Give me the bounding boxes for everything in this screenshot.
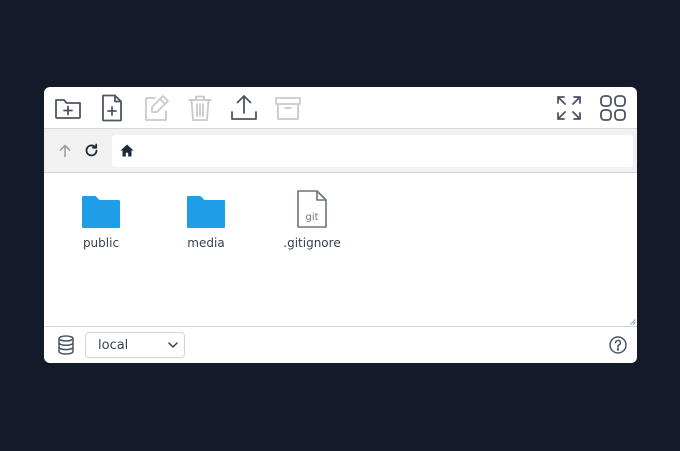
rename-button[interactable] bbox=[138, 90, 174, 126]
address-bar bbox=[44, 129, 637, 173]
rename-icon bbox=[145, 94, 169, 121]
storage-value: local bbox=[98, 337, 129, 353]
folder-item[interactable]: public bbox=[61, 187, 141, 250]
new-file-icon bbox=[102, 94, 122, 121]
item-name: public bbox=[82, 236, 120, 250]
archive-button[interactable] bbox=[270, 90, 306, 126]
file-type-badge: git bbox=[305, 212, 319, 223]
new-file-button[interactable] bbox=[94, 90, 130, 126]
toolbar bbox=[44, 87, 637, 129]
file-item[interactable]: git .gitignore bbox=[272, 187, 352, 250]
fullscreen-icon bbox=[557, 95, 581, 120]
arrow-up-icon bbox=[59, 144, 71, 157]
file-list[interactable]: public media git .gitignore bbox=[44, 173, 637, 326]
new-folder-button[interactable] bbox=[50, 90, 86, 126]
archive-icon bbox=[275, 96, 301, 120]
refresh-icon bbox=[85, 143, 97, 157]
storage-select[interactable]: local bbox=[85, 332, 185, 358]
grid-view-icon bbox=[600, 94, 626, 121]
upload-button[interactable] bbox=[226, 90, 262, 126]
upload-icon bbox=[231, 94, 257, 120]
folder-icon bbox=[185, 187, 227, 229]
resize-handle[interactable] bbox=[630, 319, 636, 325]
home-icon[interactable] bbox=[120, 144, 134, 157]
help-icon[interactable] bbox=[609, 336, 627, 354]
status-bar: local bbox=[44, 326, 637, 363]
grid-view-button[interactable] bbox=[595, 90, 631, 126]
item-name: media bbox=[187, 236, 225, 250]
file-manager: public media git .gitignore local bbox=[44, 87, 637, 363]
item-name: .gitignore bbox=[283, 236, 341, 250]
delete-button[interactable] bbox=[182, 90, 218, 126]
path-bar[interactable] bbox=[112, 134, 633, 167]
folder-icon bbox=[80, 187, 122, 229]
database-icon bbox=[58, 335, 74, 355]
file-icon: git bbox=[291, 187, 333, 229]
folder-item[interactable]: media bbox=[166, 187, 246, 250]
chevron-down-icon bbox=[168, 342, 178, 348]
refresh-button[interactable] bbox=[80, 140, 102, 162]
fullscreen-button[interactable] bbox=[551, 90, 587, 126]
delete-icon bbox=[188, 95, 212, 121]
new-folder-icon bbox=[55, 98, 81, 119]
up-button[interactable] bbox=[54, 140, 76, 162]
